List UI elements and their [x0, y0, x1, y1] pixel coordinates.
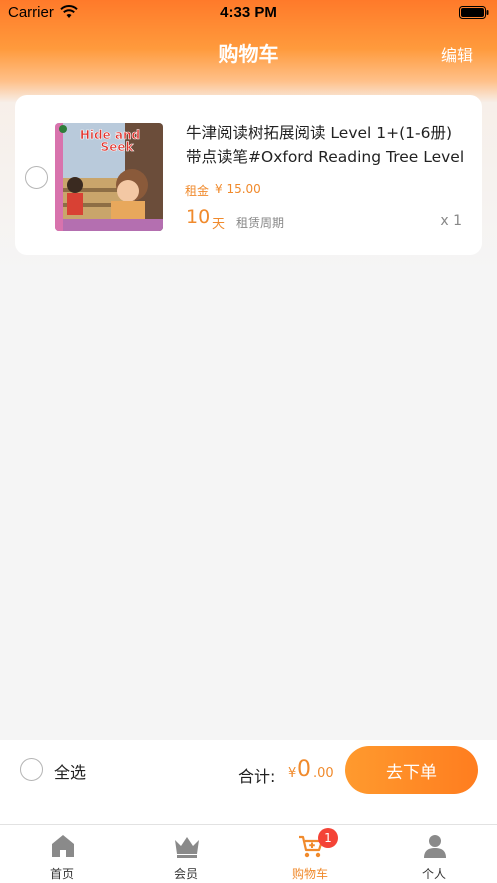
checkout-bar: 全选 合计: ¥ 0 .00 去下单 — [0, 740, 497, 824]
page-title: 购物车 — [218, 42, 279, 66]
home-icon — [52, 835, 74, 857]
select-all-label[interactable]: 全选 — [54, 759, 86, 783]
total-amount-integer: 0 — [297, 757, 311, 782]
total-label: 合计: — [238, 767, 276, 786]
item-title[interactable]: 牛津阅读树拓展阅读 Level 1+(1-6册) 带点读笔#Oxford Rea… — [186, 121, 476, 169]
battery-icon — [459, 6, 489, 19]
tab-label-membership: 会员 — [173, 867, 198, 881]
status-bar: Carrier 4:33 PM — [0, 0, 497, 26]
tab-label-home: 首页 — [49, 867, 74, 881]
edit-button[interactable]: 编辑 — [441, 42, 473, 66]
cart-item-card: Hide and Seek 牛津阅读树拓展阅读 Level 1+(1-6册) 带… — [15, 95, 482, 255]
tab-profile[interactable]: 个人 — [372, 825, 496, 883]
cart-badge: 1 — [318, 828, 338, 848]
place-order-button[interactable]: 去下单 — [345, 746, 478, 794]
rental-days-unit: 天 — [212, 217, 226, 232]
select-all-checkbox[interactable] — [20, 758, 43, 781]
tab-label-profile: 个人 — [421, 867, 446, 881]
cover-title-line2: Seek — [101, 140, 135, 154]
tab-bar: 首页 会员 1 购物车 个人 — [0, 824, 497, 883]
rent-label: 租金 — [185, 184, 210, 198]
tab-cart[interactable]: 1 购物车 — [248, 825, 372, 883]
book-cover[interactable]: Hide and Seek — [55, 123, 163, 231]
item-title-line1: 牛津阅读树拓展阅读 Level 1+(1-6册) — [186, 124, 453, 142]
tab-label-cart: 购物车 — [291, 867, 328, 881]
item-quantity: x 1 — [440, 213, 462, 229]
crown-icon — [175, 837, 199, 858]
rental-days-value: 10 — [186, 206, 211, 228]
rent-price: ¥ 15.00 — [215, 182, 261, 196]
item-select-checkbox[interactable] — [25, 166, 48, 189]
tab-home[interactable]: 首页 — [0, 825, 124, 883]
item-title-line2: 带点读笔#Oxford Reading Tree Level — [186, 148, 465, 166]
tab-membership[interactable]: 会员 — [124, 825, 248, 883]
rental-period-label: 租赁周期 — [236, 216, 285, 230]
total-amount-decimal: .00 — [313, 766, 334, 781]
person-icon — [424, 835, 446, 858]
clock: 4:33 PM — [220, 4, 277, 21]
book-cover-illustration: Hide and Seek — [55, 123, 163, 231]
total-currency: ¥ — [288, 766, 297, 781]
